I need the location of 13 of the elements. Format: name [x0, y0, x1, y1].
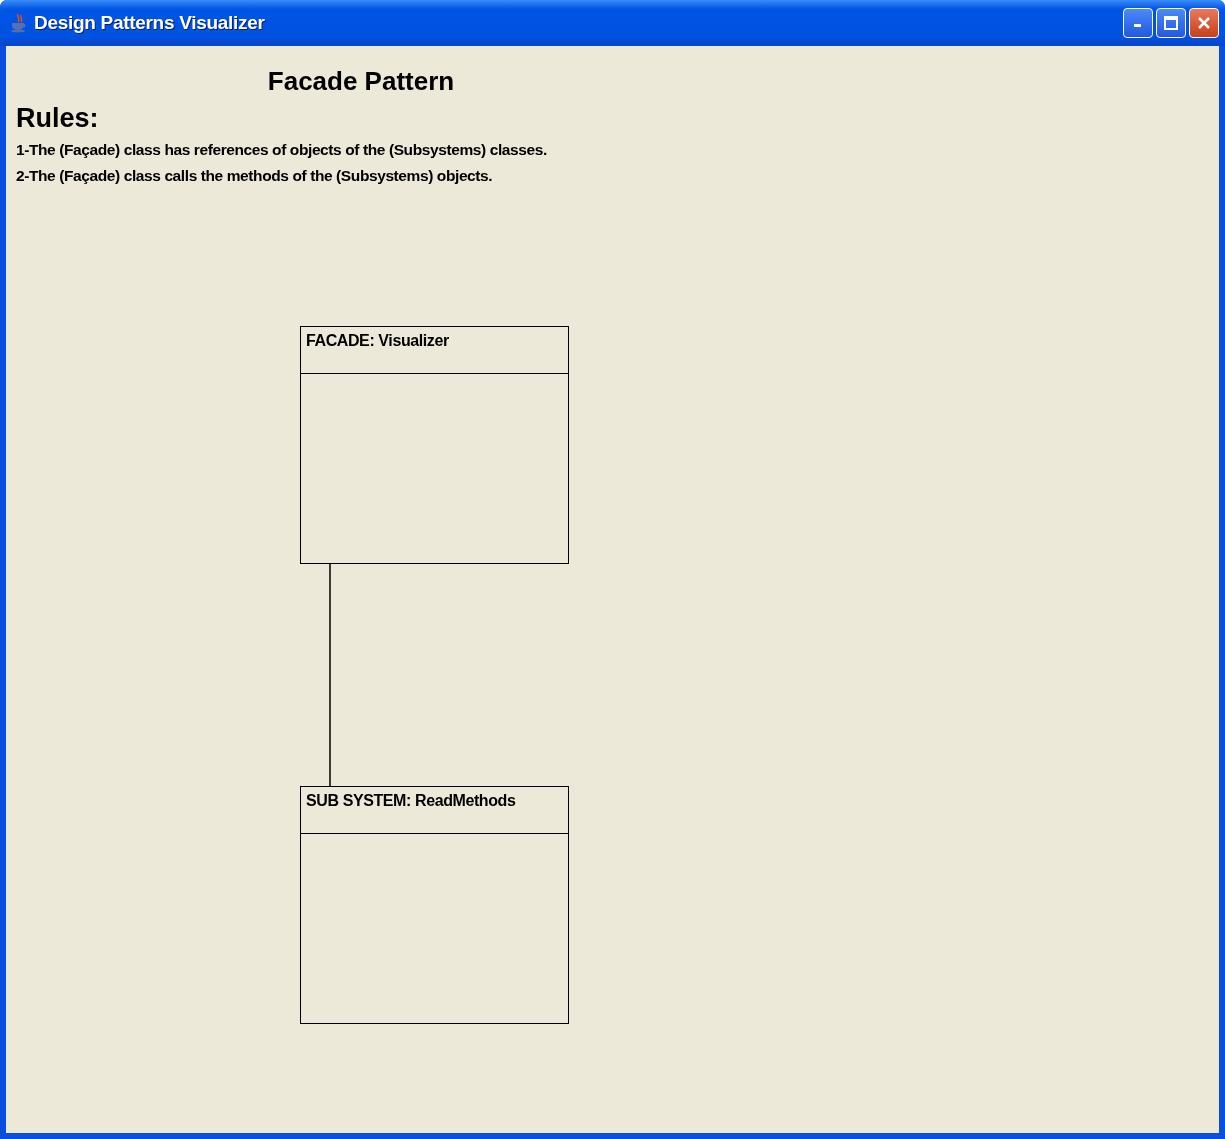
rule-text: 2-The (Façade) class calls the methods of the (Subsystems) objects.	[15, 166, 494, 186]
minimize-button[interactable]	[1123, 8, 1153, 38]
pattern-heading: Facade Pattern	[267, 66, 455, 96]
rules-heading: Rules:	[15, 102, 100, 134]
close-icon	[1197, 16, 1211, 30]
window-title: Design Patterns Visualizer	[34, 12, 265, 34]
close-button[interactable]	[1189, 8, 1219, 38]
maximize-button[interactable]	[1156, 8, 1186, 38]
maximize-icon	[1164, 16, 1178, 30]
coffee-cup-icon	[10, 13, 28, 33]
class-name: SUB SYSTEM: ReadMethods	[306, 792, 516, 809]
rule-text: 1-The (Façade) class has references of objects of the (Subsystems) classes.	[15, 140, 548, 160]
class-name: FACADE: Visualizer	[306, 332, 449, 349]
